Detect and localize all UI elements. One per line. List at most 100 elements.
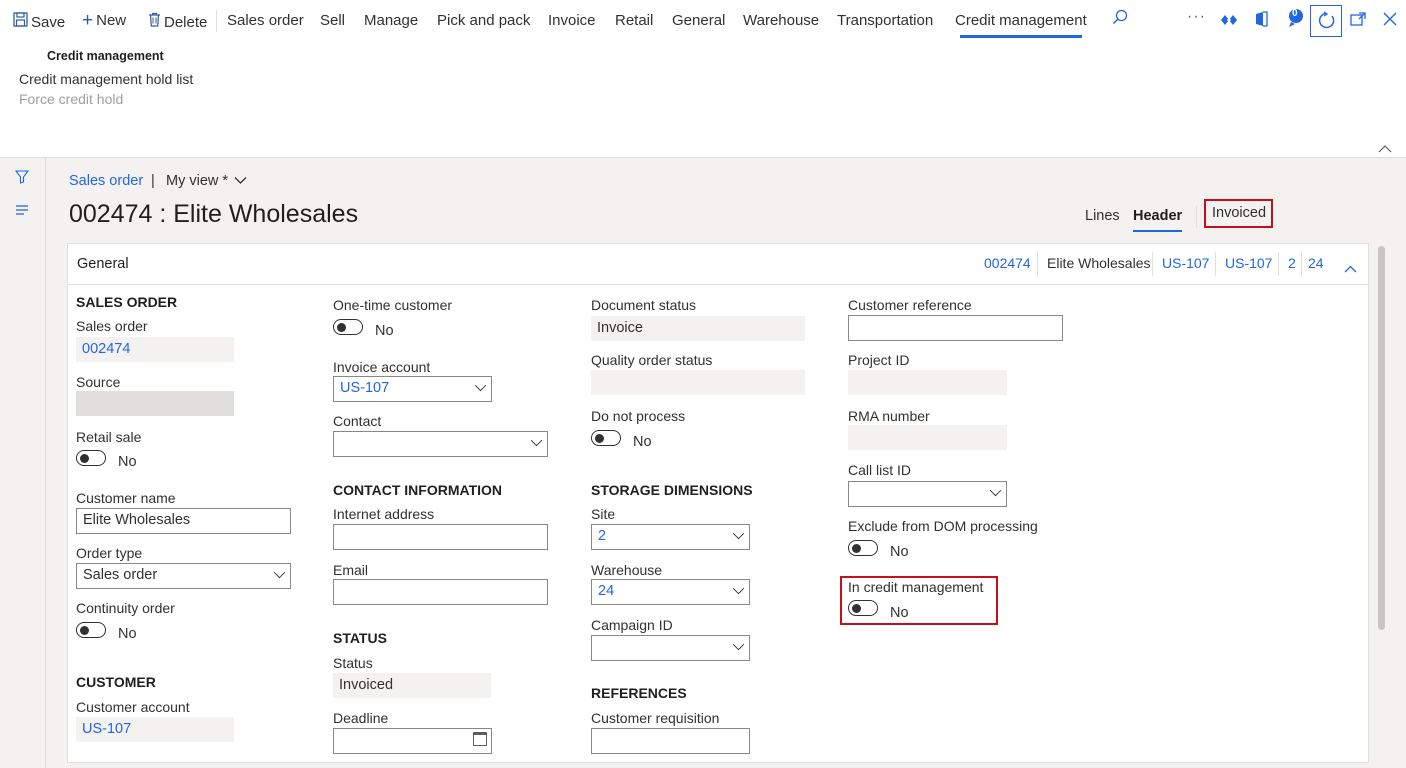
scrollbar[interactable] xyxy=(1378,246,1385,630)
trash-icon xyxy=(148,12,161,31)
order-type-select[interactable]: Sales order xyxy=(76,563,291,589)
section-customer: CUSTOMER xyxy=(76,674,156,690)
rma-number-field xyxy=(848,425,1007,450)
status-label: Status xyxy=(333,655,373,671)
view-name: My view * xyxy=(166,173,229,189)
delete-button[interactable]: Delete xyxy=(148,12,207,31)
divider xyxy=(1196,206,1197,228)
list-icon[interactable] xyxy=(15,203,29,219)
tab-invoice[interactable]: Invoice xyxy=(548,12,596,29)
one-time-customer-value: No xyxy=(375,323,394,339)
tab-transportation[interactable]: Transportation xyxy=(837,12,933,29)
summary-sales-order[interactable]: 002474 xyxy=(984,255,1031,271)
tab-header[interactable]: Header xyxy=(1133,208,1182,224)
section-contact-information: CONTACT INFORMATION xyxy=(333,482,503,498)
internet-address-label: Internet address xyxy=(333,506,435,522)
campaign-id-select[interactable] xyxy=(591,635,750,661)
divider xyxy=(1037,252,1038,276)
more-icon[interactable]: ··· xyxy=(1187,8,1206,26)
collapse-ribbon-icon[interactable] xyxy=(1378,140,1392,156)
invoice-account-label: Invoice account xyxy=(333,359,431,375)
continuity-order-toggle[interactable] xyxy=(76,622,106,638)
summary-customer-account[interactable]: US-107 xyxy=(1162,255,1209,271)
site-value: 2 xyxy=(598,528,607,544)
new-button[interactable]: + New xyxy=(82,10,127,31)
active-tab-indicator xyxy=(960,35,1082,38)
ribbon-group-title: Credit management xyxy=(47,49,164,63)
chevron-down-icon xyxy=(234,173,247,189)
do-not-process-toggle[interactable] xyxy=(591,430,621,446)
summary-warehouse[interactable]: 24 xyxy=(1308,255,1324,271)
save-button[interactable]: Save xyxy=(13,12,65,31)
source-field xyxy=(76,391,234,416)
refresh-button[interactable] xyxy=(1310,5,1342,37)
tab-warehouse[interactable]: Warehouse xyxy=(743,12,819,29)
continuity-order-label: Continuity order xyxy=(76,600,175,616)
chevron-down-icon xyxy=(732,638,745,651)
retail-sale-toggle[interactable] xyxy=(76,450,106,466)
customer-reference-field[interactable] xyxy=(848,315,1063,341)
chevron-up-icon[interactable] xyxy=(1344,260,1357,278)
section-references: REFERENCES xyxy=(591,685,687,701)
sales-order-field[interactable]: 002474 xyxy=(76,337,234,362)
ribbon-panel: Credit management Credit management hold… xyxy=(0,44,1406,158)
chevron-down-icon xyxy=(732,582,745,595)
office-icon[interactable] xyxy=(1255,11,1268,32)
summary-site[interactable]: 2 xyxy=(1288,255,1296,271)
notification-icon[interactable]: 0 xyxy=(1286,8,1306,33)
source-label: Source xyxy=(76,374,121,390)
chevron-down-icon xyxy=(530,434,543,447)
search-icon[interactable] xyxy=(1112,9,1128,30)
tab-lines[interactable]: Lines xyxy=(1085,208,1120,224)
call-list-id-select[interactable] xyxy=(848,481,1007,507)
deadline-label: Deadline xyxy=(333,710,389,726)
customer-name-field[interactable]: Elite Wholesales xyxy=(76,508,291,534)
summary-invoice-account[interactable]: US-107 xyxy=(1225,255,1272,271)
tab-retail[interactable]: Retail xyxy=(615,12,653,29)
calendar-icon[interactable] xyxy=(473,732,487,746)
fasttab-header[interactable]: General 002474 Elite Wholesales US-107 U… xyxy=(68,244,1368,285)
customer-reference-label: Customer reference xyxy=(848,297,972,313)
tab-manage[interactable]: Manage xyxy=(364,12,418,29)
new-label: New xyxy=(96,12,127,29)
warehouse-select[interactable]: 24 xyxy=(591,579,750,605)
customer-name-label: Customer name xyxy=(76,490,176,506)
contact-select[interactable] xyxy=(333,431,548,457)
summary-customer-name: Elite Wholesales xyxy=(1047,255,1151,271)
fasttab-title: General xyxy=(77,256,129,272)
divider xyxy=(1301,252,1302,276)
open-in-new-window-icon[interactable] xyxy=(1350,12,1366,31)
exclude-dom-toggle[interactable] xyxy=(848,540,878,556)
customer-account-field[interactable]: US-107 xyxy=(76,717,234,742)
force-credit-hold-button[interactable]: Force credit hold xyxy=(19,91,123,107)
invoice-account-select[interactable]: US-107 xyxy=(333,376,492,402)
filter-icon[interactable] xyxy=(14,170,30,187)
close-icon[interactable] xyxy=(1383,12,1397,31)
active-view-indicator xyxy=(1133,230,1182,232)
order-type-value: Sales order xyxy=(83,567,158,583)
divider xyxy=(1278,252,1279,276)
in-credit-management-toggle[interactable] xyxy=(848,600,878,616)
breadcrumb[interactable]: Sales order xyxy=(69,173,143,189)
internet-address-field[interactable] xyxy=(333,524,548,550)
credit-hold-list-button[interactable]: Credit management hold list xyxy=(19,71,193,87)
tab-pick-and-pack[interactable]: Pick and pack xyxy=(437,12,530,29)
retail-sale-label: Retail sale xyxy=(76,429,142,445)
tab-credit-management[interactable]: Credit management xyxy=(955,12,1087,29)
plus-icon: + xyxy=(82,10,94,31)
diamond-icon[interactable] xyxy=(1221,13,1237,31)
customer-requisition-field[interactable] xyxy=(591,728,750,754)
tab-sell[interactable]: Sell xyxy=(320,12,345,29)
one-time-customer-toggle[interactable] xyxy=(333,319,363,335)
site-select[interactable]: 2 xyxy=(591,524,750,550)
email-field[interactable] xyxy=(333,579,548,605)
divider xyxy=(1215,252,1216,276)
view-selector[interactable]: My view * xyxy=(166,173,247,189)
tab-sales-order[interactable]: Sales order xyxy=(227,12,304,29)
toggle-knob xyxy=(852,543,861,553)
action-pane: Save + New Delete Sales order Sell Manage… xyxy=(0,0,1406,44)
deadline-field[interactable] xyxy=(333,728,492,754)
tab-general[interactable]: General xyxy=(672,12,725,29)
retail-sale-value: No xyxy=(118,454,137,470)
left-nav xyxy=(0,158,46,768)
